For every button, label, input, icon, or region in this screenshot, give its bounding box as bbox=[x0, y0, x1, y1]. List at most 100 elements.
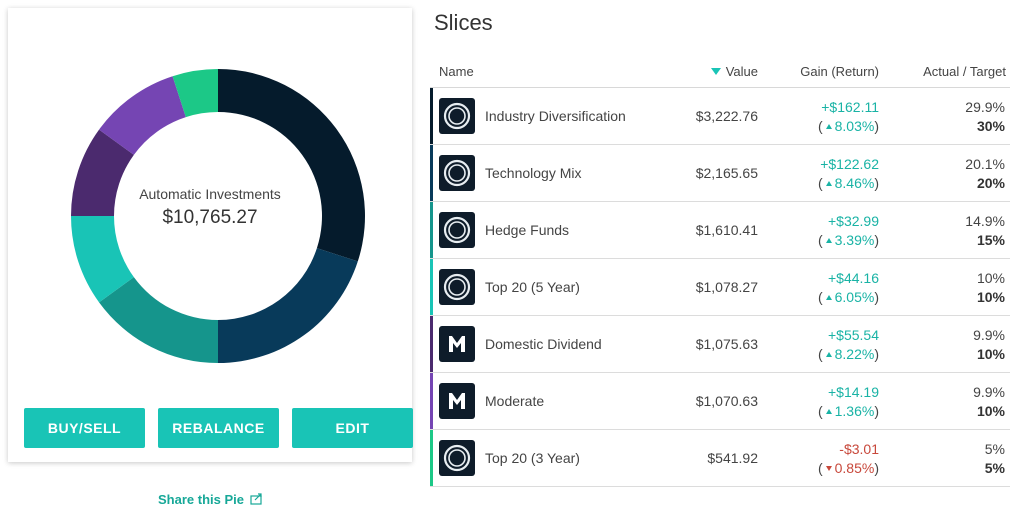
gain-percent-value: 8.46% bbox=[834, 175, 875, 191]
donut-slice[interactable] bbox=[218, 69, 365, 262]
paren-close: ) bbox=[874, 118, 879, 134]
slice-actual-percent: 29.9% bbox=[965, 99, 1005, 115]
pie-card: Automatic Investments $10,765.27 BUY/SEL… bbox=[8, 8, 413, 462]
gain-percent-value: 3.39% bbox=[834, 232, 875, 248]
gain-percent-value: 0.85% bbox=[834, 460, 875, 476]
slice-target-percent: 10% bbox=[976, 403, 1005, 419]
slice-actual-percent: 9.9% bbox=[973, 327, 1005, 343]
slice-gain: +$14.19 bbox=[828, 384, 879, 400]
slice-gain-percent: (1.36%) bbox=[818, 403, 879, 419]
header-value[interactable]: Value bbox=[710, 64, 758, 79]
paren-open: ( bbox=[817, 403, 823, 419]
gain-percent-value: 1.36% bbox=[834, 403, 875, 419]
slice-color-bar bbox=[430, 145, 433, 201]
table-row[interactable]: Hedge Funds $1,610.41 +$32.99 (3.39%) 14.9% 1… bbox=[430, 202, 1010, 259]
slice-value: $1,075.63 bbox=[695, 336, 758, 352]
slice-actual-percent: 5% bbox=[984, 441, 1005, 457]
slices-title: Slices bbox=[434, 10, 493, 35]
header-gain[interactable]: Gain (Return) bbox=[800, 64, 879, 79]
table-row[interactable]: Top 20 (3 Year) $541.92 -$3.01 (0.85%) 5% 5% bbox=[430, 430, 1010, 487]
slice-name[interactable]: Domestic Dividend bbox=[485, 336, 602, 352]
sort-desc-icon bbox=[710, 68, 721, 75]
paren-close: ) bbox=[874, 232, 879, 248]
table-row[interactable]: Moderate $1,070.63 +$14.19 (1.36%) 9.9% 10% bbox=[430, 373, 1010, 430]
buy-sell-button[interactable]: BUY/SELL bbox=[24, 408, 145, 448]
slice-gain: +$55.54 bbox=[828, 327, 879, 343]
circle-logo-icon bbox=[439, 269, 475, 305]
share-label: Share this Pie bbox=[158, 492, 244, 507]
slice-name[interactable]: Industry Diversification bbox=[485, 108, 626, 124]
slice-gain: +$162.11 bbox=[821, 99, 879, 115]
slice-name[interactable]: Hedge Funds bbox=[485, 222, 569, 238]
slice-gain: +$32.99 bbox=[828, 213, 879, 229]
slice-target-percent: 20% bbox=[976, 175, 1005, 191]
slices-table: Name Value Gain (Return) Actual / Target… bbox=[430, 56, 1010, 487]
slice-value: $3,222.76 bbox=[695, 108, 758, 124]
slice-name[interactable]: Technology Mix bbox=[485, 165, 582, 181]
action-buttons: BUY/SELL REBALANCE EDIT bbox=[16, 408, 413, 448]
paren-open: ( bbox=[817, 175, 823, 191]
paren-open: ( bbox=[817, 346, 823, 362]
slice-color-bar bbox=[430, 88, 433, 144]
share-pie-link[interactable]: Share this Pie bbox=[158, 492, 263, 507]
donut-chart[interactable]: Automatic Investments $10,765.27 bbox=[8, 8, 412, 408]
table-row[interactable]: Top 20 (5 Year) $1,078.27 +$44.16 (6.05%) 10… bbox=[430, 259, 1010, 316]
header-name[interactable]: Name bbox=[439, 64, 474, 79]
table-row[interactable]: Industry Diversification $3,222.76 +$162.1… bbox=[430, 88, 1010, 145]
slice-target-percent: 10% bbox=[976, 346, 1005, 362]
circle-logo-icon bbox=[439, 212, 475, 248]
donut-slice[interactable] bbox=[218, 248, 358, 363]
slice-color-bar bbox=[430, 373, 433, 429]
slice-actual-percent: 20.1% bbox=[965, 156, 1005, 172]
slice-value: $1,610.41 bbox=[695, 222, 758, 238]
slice-actual-percent: 10% bbox=[976, 270, 1005, 286]
slice-gain-percent: (8.22%) bbox=[818, 346, 879, 362]
slice-value: $2,165.65 bbox=[695, 165, 758, 181]
header-value-label: Value bbox=[725, 64, 758, 79]
paren-open: ( bbox=[817, 289, 823, 305]
pie-title: Automatic Investments bbox=[139, 186, 281, 202]
arrow-up-icon bbox=[825, 294, 832, 300]
gain-percent-value: 8.03% bbox=[834, 118, 875, 134]
slice-target-percent: 5% bbox=[984, 460, 1005, 476]
slice-color-bar bbox=[430, 430, 433, 486]
arrow-up-icon bbox=[825, 180, 832, 186]
table-header: Name Value Gain (Return) Actual / Target bbox=[430, 56, 1010, 88]
paren-close: ) bbox=[874, 289, 879, 305]
arrow-up-icon bbox=[825, 123, 832, 129]
paren-open: ( bbox=[817, 460, 823, 476]
pie-dashboard: Automatic Investments $10,765.27 BUY/SEL… bbox=[0, 0, 1024, 530]
edit-button[interactable]: EDIT bbox=[292, 408, 413, 448]
header-actual-target[interactable]: Actual / Target bbox=[923, 64, 1006, 79]
slice-name[interactable]: Top 20 (3 Year) bbox=[485, 450, 580, 466]
slice-name[interactable]: Moderate bbox=[485, 393, 544, 409]
table-row[interactable]: Domestic Dividend $1,075.63 +$55.54 (8.22%)… bbox=[430, 316, 1010, 373]
slice-actual-percent: 14.9% bbox=[965, 213, 1005, 229]
gain-percent-value: 8.22% bbox=[834, 346, 875, 362]
slice-value: $1,070.63 bbox=[695, 393, 758, 409]
donut-center: Automatic Investments $10,765.27 bbox=[110, 186, 310, 229]
arrow-up-icon bbox=[825, 237, 832, 243]
arrow-up-icon bbox=[825, 408, 832, 414]
donut-slice[interactable] bbox=[99, 277, 218, 363]
slice-name[interactable]: Top 20 (5 Year) bbox=[485, 279, 580, 295]
slice-gain: +$122.62 bbox=[820, 156, 879, 172]
m-logo-icon bbox=[439, 326, 475, 362]
slice-gain: -$3.01 bbox=[839, 441, 879, 457]
slice-target-percent: 30% bbox=[976, 118, 1005, 134]
table-body: Industry Diversification $3,222.76 +$162.1… bbox=[430, 88, 1010, 487]
slice-target-percent: 15% bbox=[976, 232, 1005, 248]
slice-gain-percent: (8.46%) bbox=[818, 175, 879, 191]
slice-gain-percent: (0.85%) bbox=[818, 460, 879, 476]
slice-target-percent: 10% bbox=[976, 289, 1005, 305]
slice-gain: +$44.16 bbox=[828, 270, 879, 286]
table-row[interactable]: Technology Mix $2,165.65 +$122.62 (8.46%) 20… bbox=[430, 145, 1010, 202]
pie-total-value: $10,765.27 bbox=[162, 207, 258, 228]
paren-open: ( bbox=[817, 232, 823, 248]
slice-actual-percent: 9.9% bbox=[973, 384, 1005, 400]
slice-color-bar bbox=[430, 259, 433, 315]
circle-logo-icon bbox=[439, 155, 475, 191]
slice-value: $1,078.27 bbox=[695, 279, 758, 295]
share-icon bbox=[250, 493, 262, 505]
rebalance-button[interactable]: REBALANCE bbox=[158, 408, 279, 448]
